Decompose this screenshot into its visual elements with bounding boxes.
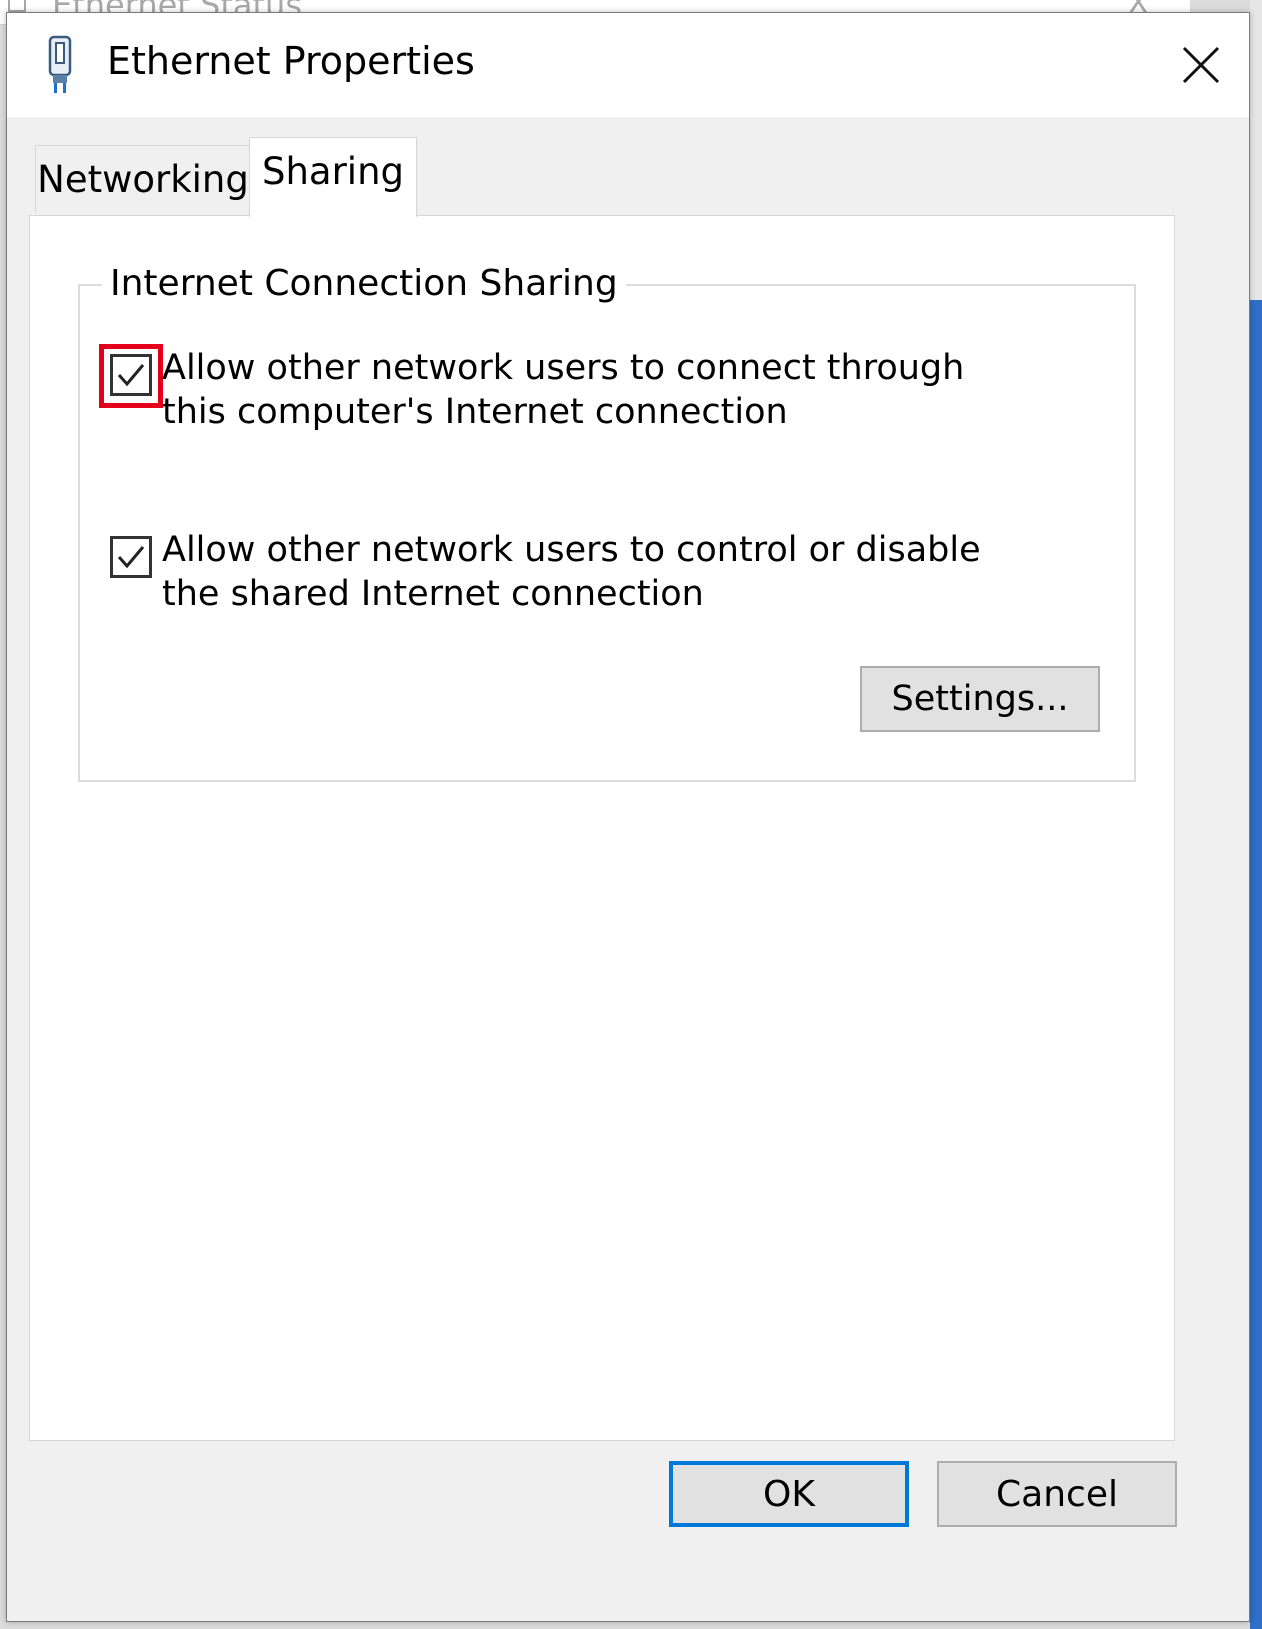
desktop-edge xyxy=(1250,300,1262,1629)
cancel-button[interactable]: Cancel xyxy=(937,1461,1177,1527)
ok-button[interactable]: OK xyxy=(669,1461,909,1527)
checkmark-icon xyxy=(117,546,145,569)
tab-sharing[interactable]: Sharing xyxy=(249,137,417,217)
tab-networking[interactable]: Networking xyxy=(35,145,251,213)
tab-sharing-label: Sharing xyxy=(261,150,405,193)
ethernet-properties-dialog: Ethernet Properties Networking Sharing I… xyxy=(6,12,1250,1622)
group-label: Internet Connection Sharing xyxy=(102,264,626,304)
close-icon xyxy=(1182,46,1220,84)
allow-control-checkbox[interactable] xyxy=(110,536,152,578)
allow-control-label[interactable]: Allow other network users to control or … xyxy=(162,528,982,616)
background-edge xyxy=(1250,0,1262,300)
allow-connect-checkbox[interactable] xyxy=(110,354,152,396)
checkmark-icon xyxy=(117,364,145,387)
close-button[interactable] xyxy=(1153,13,1249,117)
ethernet-adapter-icon xyxy=(48,35,72,93)
sharing-tab-panel: Internet Connection Sharing Allow other … xyxy=(29,215,1175,1441)
allow-connect-label[interactable]: Allow other network users to connect thr… xyxy=(162,346,982,434)
dialog-title: Ethernet Properties xyxy=(107,39,475,83)
settings-button[interactable]: Settings... xyxy=(860,666,1100,732)
background-window-icon xyxy=(8,0,26,12)
internet-connection-sharing-group: Internet Connection Sharing Allow other … xyxy=(78,264,1136,782)
tab-networking-label: Networking xyxy=(37,158,249,201)
title-bar[interactable]: Ethernet Properties xyxy=(7,13,1249,117)
